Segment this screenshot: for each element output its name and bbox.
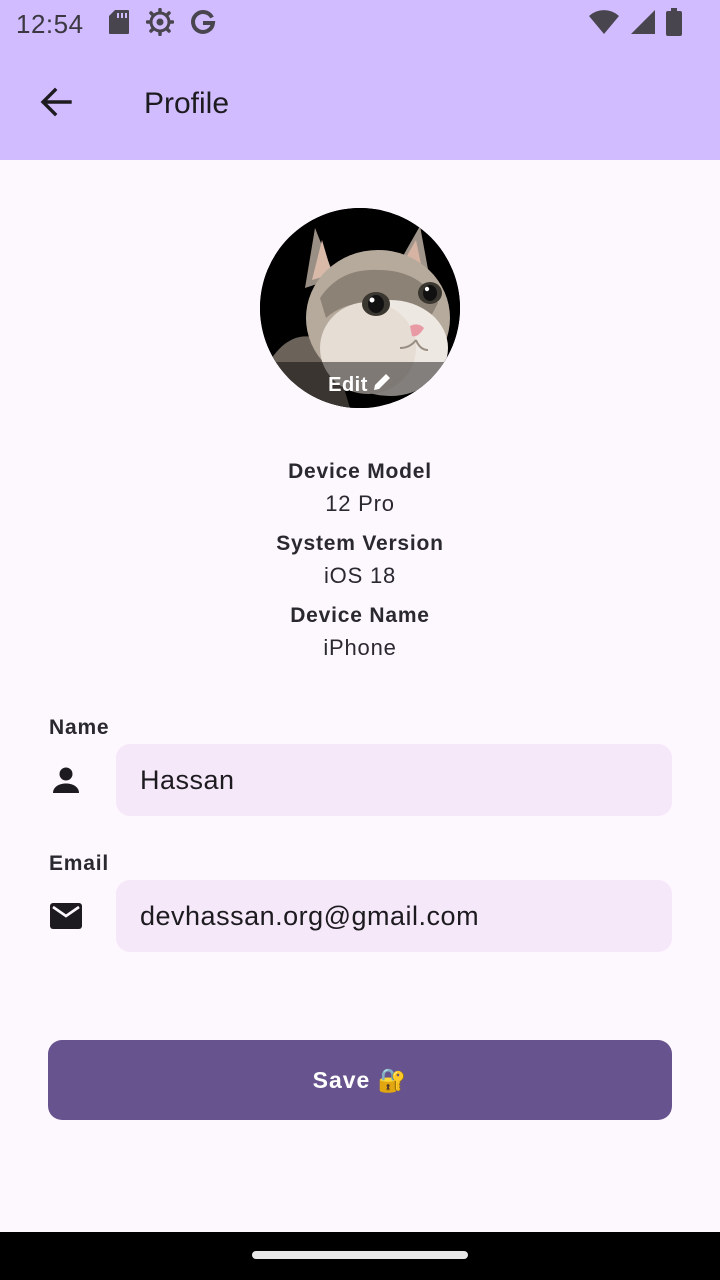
device-name-value: iPhone (323, 635, 397, 660)
person-icon (48, 762, 84, 798)
profile-avatar[interactable]: Edit (260, 208, 460, 408)
app-bar: Profile (0, 48, 720, 160)
device-model-value: 12 Pro (325, 491, 395, 516)
pencil-icon (372, 372, 392, 398)
back-button[interactable] (24, 72, 88, 136)
wifi-icon (588, 9, 620, 40)
arrow-back-icon (38, 84, 74, 125)
page-title: Profile (144, 87, 230, 120)
home-indicator[interactable] (252, 1251, 468, 1259)
avatar-edit-label: Edit (328, 373, 368, 396)
sd-card-icon (108, 9, 130, 40)
name-field[interactable] (116, 744, 672, 816)
avatar-edit-overlay[interactable]: Edit (260, 362, 460, 408)
cell-signal-icon (630, 9, 656, 40)
device-model-info: Device Model 12 Pro (0, 460, 720, 517)
battery-icon (666, 7, 682, 41)
system-version-label: System Version (276, 532, 444, 555)
status-time: 12:54 (16, 8, 84, 39)
system-nav-bar (0, 1232, 720, 1280)
email-label: Email (49, 852, 110, 875)
google-icon (190, 9, 216, 40)
system-version-info: System Version iOS 18 (0, 532, 720, 589)
status-left: 12:54 (16, 7, 216, 41)
status-bar: 12:54 (0, 0, 720, 48)
system-version-value: iOS 18 (323, 563, 397, 588)
device-name-label: Device Name (290, 604, 430, 627)
status-notification-icons (108, 7, 216, 41)
device-model-label: Device Model (288, 460, 432, 483)
device-name-info: Device Name iPhone (0, 604, 720, 661)
status-system-icons (588, 7, 682, 41)
email-field[interactable] (116, 880, 672, 952)
save-button[interactable]: Save 🔐 (48, 1040, 672, 1120)
mail-icon (48, 898, 84, 934)
name-label: Name (49, 716, 110, 739)
settings-gear-icon (145, 7, 174, 41)
